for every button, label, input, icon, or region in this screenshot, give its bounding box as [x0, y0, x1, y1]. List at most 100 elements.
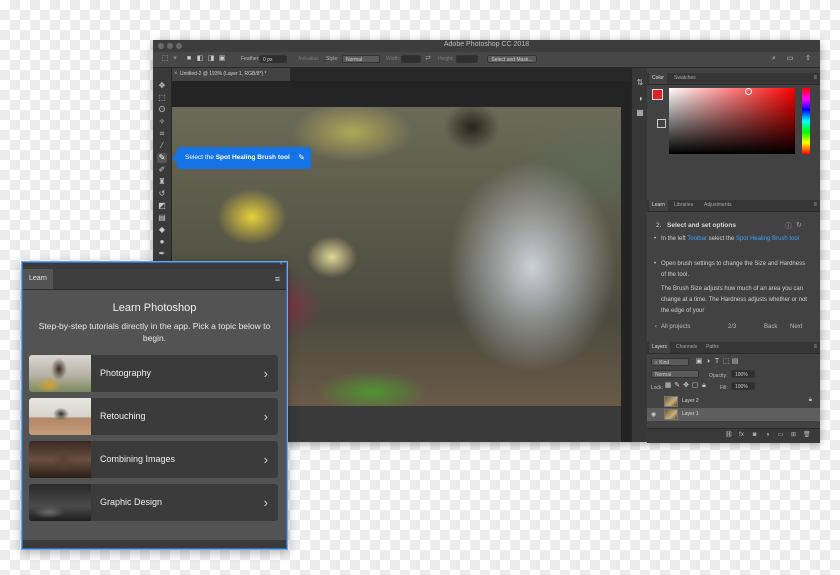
color-picker-handle[interactable]	[745, 88, 752, 95]
info-icon[interactable]: ⓘ	[785, 221, 792, 231]
filter-adjust-icon[interactable]: ◑	[704, 358, 712, 366]
share-icon[interactable]: ⇪	[804, 55, 812, 63]
filter-type-icon[interactable]: T	[713, 358, 721, 366]
tab-learn[interactable]: Learn	[649, 200, 668, 211]
add-selection-icon[interactable]: ◧	[196, 55, 204, 63]
topic-combining-images[interactable]: Combining Images ›	[29, 441, 278, 478]
opacity-label: Opacity:	[709, 373, 728, 379]
document-tab[interactable]: × Untitled-2 @ 193% (Layer 1, RGB/8*) *	[172, 68, 290, 81]
clone-stamp-tool-icon[interactable]: ♜	[157, 177, 167, 187]
tab-adjustments[interactable]: Adjustments	[701, 200, 735, 211]
feather-input[interactable]: 0 px	[259, 55, 287, 63]
next-button[interactable]: Next	[790, 324, 802, 330]
layer-row[interactable]: Layer 2 🔒︎	[647, 395, 820, 408]
filter-shape-icon[interactable]: ⬚	[722, 358, 730, 366]
gradient-tool-icon[interactable]: ▤	[157, 213, 167, 223]
learn-heading: Learn Photoshop	[112, 302, 197, 314]
color-field[interactable]	[669, 88, 795, 154]
eraser-tool-icon[interactable]: ◩	[157, 201, 167, 211]
tab-color[interactable]: Color	[649, 73, 667, 84]
tab-swatches[interactable]: Swatches	[671, 73, 699, 84]
panel-menu-icon[interactable]: ≡	[813, 73, 817, 84]
blur-tool-icon[interactable]: ◆	[157, 225, 167, 235]
link-icon[interactable]: ⛓	[725, 432, 733, 439]
tab-libraries[interactable]: Libraries	[671, 200, 696, 211]
search-icon[interactable]: ⌕	[770, 55, 778, 63]
marquee-tool-icon[interactable]: ⬚	[157, 93, 167, 103]
history-panel-icon[interactable]: ⇅	[635, 78, 645, 88]
layer-row-selected[interactable]: ◉ Layer 1	[647, 408, 820, 421]
tab-paths[interactable]: Paths	[703, 342, 722, 353]
layers-panel-tabs: Layers Channels Paths ≡	[647, 342, 820, 354]
panel-menu-icon[interactable]: ≡	[275, 269, 280, 289]
topic-graphic-design[interactable]: Graphic Design ›	[29, 484, 278, 521]
move-tool-icon[interactable]: ✥	[157, 81, 167, 91]
filter-pixel-icon[interactable]: ▣	[695, 358, 703, 366]
new-layer-icon[interactable]: ⊞	[790, 432, 797, 439]
opacity-input[interactable]: 100%	[731, 370, 755, 378]
eye-icon[interactable]: ◉	[651, 411, 656, 418]
spot-healing-brush-tool-icon[interactable]: ✎	[157, 153, 167, 163]
learn-panel: « Learn ≡ Learn Photoshop Step-by-step t…	[22, 261, 287, 549]
fx-icon[interactable]: fx	[738, 432, 745, 439]
adjustment-layer-icon[interactable]: ◑	[764, 432, 771, 439]
spot-healing-brush-link[interactable]: Spot Healing Brush tool	[736, 236, 799, 242]
lasso-tool-icon[interactable]: ʘ	[157, 105, 167, 115]
lock-position-icon[interactable]: ✥	[682, 382, 690, 390]
filter-smart-icon[interactable]: ▤	[731, 358, 739, 366]
foreground-color-swatch[interactable]	[652, 89, 663, 100]
lock-paint-icon[interactable]: ✎	[673, 382, 681, 390]
brush-tool-icon[interactable]: ✐	[157, 165, 167, 175]
layer-thumbnail	[664, 409, 678, 420]
antialias-checkbox[interactable]: Anti-alias	[298, 56, 319, 62]
select-and-mask-button[interactable]: Select and Mask...	[487, 55, 537, 63]
tab-layers[interactable]: Layers	[649, 342, 671, 353]
new-selection-icon[interactable]: ■	[185, 55, 193, 63]
all-projects-link[interactable]: All projects	[661, 324, 690, 330]
subtract-selection-icon[interactable]: ◨	[207, 55, 215, 63]
collapse-icon[interactable]: «	[280, 261, 283, 267]
hue-slider[interactable]	[802, 88, 810, 154]
lock-artboard-icon[interactable]: ▢	[691, 382, 699, 390]
topic-photography[interactable]: Photography ›	[29, 355, 278, 392]
crop-tool-icon[interactable]: ⌗	[157, 129, 167, 139]
topic-retouching[interactable]: Retouching ›	[29, 398, 278, 435]
reset-icon[interactable]: ↻	[796, 221, 802, 229]
document-tab-bar: × Untitled-2 @ 193% (Layer 1, RGB/8*) *	[172, 68, 642, 81]
history-brush-tool-icon[interactable]: ↺	[157, 189, 167, 199]
swap-icon[interactable]: ⇄	[424, 55, 432, 63]
magic-wand-tool-icon[interactable]: ✧	[157, 117, 167, 127]
fill-input[interactable]: 100%	[731, 382, 755, 390]
mask-icon[interactable]: ◙	[751, 432, 758, 439]
lock-pixels-icon[interactable]: ▦	[664, 382, 672, 390]
lock-all-icon[interactable]: 🔒︎	[700, 382, 708, 390]
tooltip-prefix: Select the	[185, 154, 216, 161]
eyedropper-tool-icon[interactable]: ⁄	[157, 141, 167, 151]
properties-panel-icon[interactable]: ◑	[635, 94, 645, 104]
width-label: Width:	[386, 56, 401, 62]
trash-icon[interactable]: 🗑︎	[803, 432, 811, 439]
close-icon[interactable]: ×	[174, 68, 178, 81]
adjust-panel-icon[interactable]: ▦	[635, 108, 645, 118]
topic-label: Graphic Design	[100, 497, 163, 507]
height-label: Height:	[438, 56, 454, 62]
panel-menu-icon[interactable]: ≡	[813, 342, 817, 353]
back-button[interactable]: Back	[764, 324, 777, 330]
dodge-tool-icon[interactable]: ●	[157, 237, 167, 247]
tab-channels[interactable]: Channels	[673, 342, 700, 353]
group-icon[interactable]: ▭	[777, 432, 784, 439]
workspace-icon[interactable]: ▭	[786, 55, 794, 63]
chevron-down-icon[interactable]: ▾	[171, 55, 179, 63]
toolbar-link[interactable]: Toolbar	[687, 236, 707, 242]
blend-mode-select[interactable]: Normal	[651, 370, 699, 378]
pen-tool-icon[interactable]: ✒	[157, 249, 167, 259]
height-input[interactable]	[456, 55, 478, 63]
tab-learn[interactable]: Learn	[23, 269, 53, 289]
style-select[interactable]: Normal	[342, 55, 380, 63]
marquee-preset-icon[interactable]: ⬚	[161, 55, 169, 63]
panel-menu-icon[interactable]: ≡	[813, 200, 817, 211]
intersect-selection-icon[interactable]: ▣	[218, 55, 226, 63]
layer-filter-select[interactable]: ⌕ Kind	[651, 358, 689, 366]
width-input[interactable]	[401, 55, 421, 63]
bullet-text: In the left	[661, 236, 688, 242]
